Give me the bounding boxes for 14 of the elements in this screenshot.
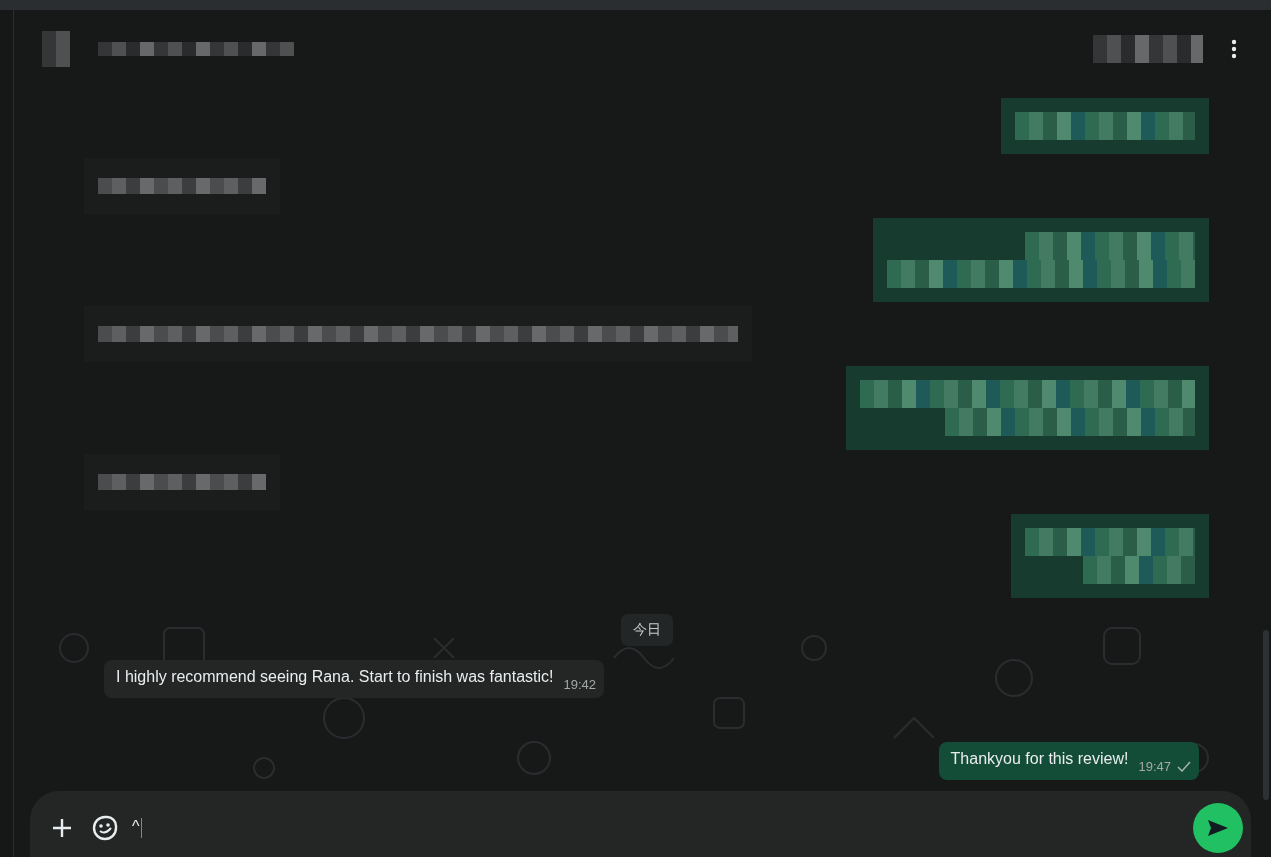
date-chip: 今日 (620, 614, 673, 646)
pixelated-avatar (42, 31, 70, 67)
message-text: I highly recommend seeing Rana. Start to finish was fantastic! (116, 668, 554, 687)
send-icon (1207, 819, 1229, 837)
message-time: 19:42 (563, 677, 597, 692)
scrollbar-thumb[interactable] (1263, 630, 1269, 800)
send-button[interactable] (1193, 803, 1243, 853)
message-time: 19:47 (1138, 759, 1171, 774)
menu-icon[interactable] (1231, 39, 1237, 59)
plus-icon[interactable] (52, 818, 72, 838)
sticker-icon[interactable] (92, 815, 118, 841)
message-input-field[interactable]: ^ (30, 791, 1251, 857)
message-text: Thankyou for this review! (950, 750, 1129, 769)
typed-text: ^ (132, 818, 142, 838)
